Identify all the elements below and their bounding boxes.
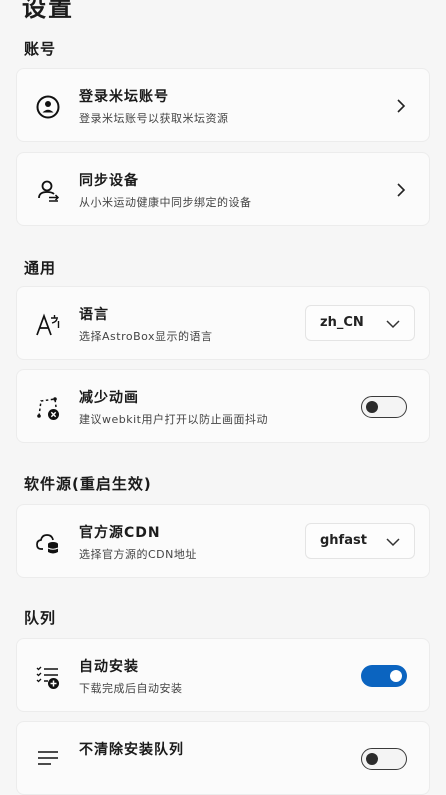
keep-queue-title: 不清除安装队列	[79, 742, 184, 758]
keep-queue-toggle[interactable]	[361, 748, 407, 770]
login-account-card[interactable]: 登录米坛账号 登录米坛账号以获取米坛资源	[16, 68, 430, 142]
cdn-desc: 选择官方源的CDN地址	[79, 548, 197, 561]
chevron-right-icon	[397, 99, 406, 113]
language-card: 语言 选择AstroBox显示的语言 zh_CN	[16, 286, 430, 360]
user-circle-icon	[36, 95, 60, 119]
reduce-motion-toggle[interactable]	[361, 396, 407, 418]
cdn-select-value: ghfast	[320, 533, 367, 548]
reduce-motion-icon	[37, 397, 59, 420]
toggle-knob	[390, 670, 402, 682]
sync-device-card[interactable]: 同步设备 从小米运动健康中同步绑定的设备	[16, 152, 430, 226]
section-title-general: 通用	[24, 259, 57, 277]
section-title-account: 账号	[24, 40, 57, 58]
login-account-title: 登录米坛账号	[79, 89, 169, 105]
section-title-source: 软件源(重启生效)	[24, 475, 152, 493]
language-select-value: zh_CN	[320, 315, 364, 330]
reduce-motion-card: 减少动画 建议webkit用户打开以防止画面抖动	[16, 369, 430, 443]
cdn-title: 官方源CDN	[79, 525, 161, 541]
sync-device-title: 同步设备	[79, 173, 139, 189]
keep-queue-card: 不清除安装队列	[16, 721, 430, 795]
login-account-desc: 登录米坛账号以获取米坛资源	[79, 112, 229, 125]
chevron-down-icon	[386, 538, 400, 547]
auto-install-icon	[36, 666, 59, 689]
cdn-select[interactable]: ghfast	[305, 523, 415, 559]
toggle-knob	[366, 400, 378, 413]
auto-install-toggle[interactable]	[361, 665, 407, 687]
sync-device-desc: 从小米运动健康中同步绑定的设备	[79, 196, 252, 209]
section-title-queue: 队列	[24, 609, 57, 627]
list-icon	[38, 751, 58, 765]
reduce-motion-title: 减少动画	[79, 390, 139, 406]
language-select[interactable]: zh_CN	[305, 305, 415, 341]
language-title: 语言	[79, 307, 109, 323]
chevron-down-icon	[386, 320, 400, 329]
sync-user-icon	[38, 180, 61, 204]
auto-install-desc: 下载完成后自动安装	[79, 682, 183, 695]
cloud-db-icon	[36, 534, 59, 554]
auto-install-title: 自动安装	[79, 659, 139, 675]
reduce-motion-desc: 建议webkit用户打开以防止画面抖动	[79, 413, 268, 426]
auto-install-card: 自动安装 下载完成后自动安装	[16, 638, 430, 712]
language-desc: 选择AstroBox显示的语言	[79, 330, 213, 343]
page-title: 设置	[22, 0, 74, 22]
chevron-right-icon	[397, 183, 406, 197]
cdn-card: 官方源CDN 选择官方源的CDN地址 ghfast	[16, 504, 430, 578]
language-icon	[36, 313, 60, 336]
